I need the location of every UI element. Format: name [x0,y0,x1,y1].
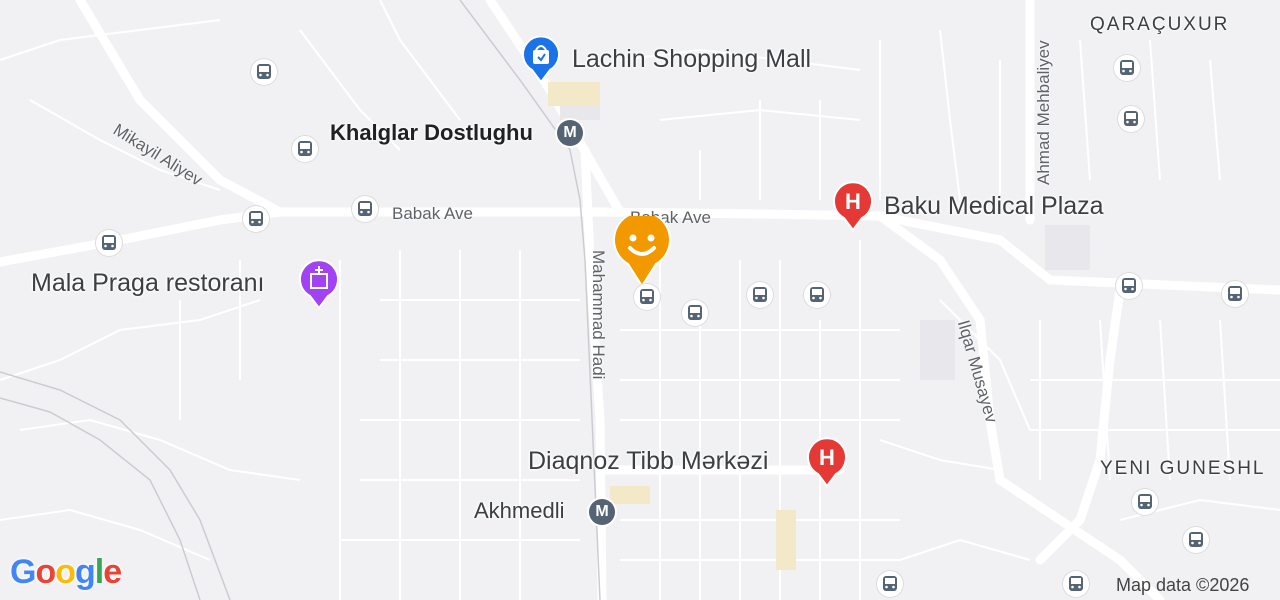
poi-baku-medical-plaza[interactable]: H [832,180,874,237]
poi-label-mala-praga[interactable]: Mala Praga restoranı [31,269,264,298]
bus-stop-icon[interactable] [1222,281,1248,307]
bus-stop-icon[interactable] [251,59,277,85]
bus-stop-icon[interactable] [1116,273,1142,299]
poi-label-lachin[interactable]: Lachin Shopping Mall [572,45,811,74]
bus-stop-icon[interactable] [1132,489,1158,515]
google-logo: Google [10,553,122,591]
poi-label-baku-medical-plaza[interactable]: Baku Medical Plaza [884,192,1104,221]
street-label-mahammad-hadi-text: Mahammad Hadi [589,250,608,380]
metro-label-akhmedli[interactable]: Akhmedli [474,498,564,524]
bus-stop-icon[interactable] [877,571,903,597]
svg-text:H: H [819,445,835,470]
poi-diaqnoz-tibb-merkezi[interactable]: H [806,436,848,493]
bus-stop-icon[interactable] [804,282,830,308]
bus-stop-icon[interactable] [1118,106,1144,132]
map-attribution[interactable]: Map data ©2026 [1116,575,1249,596]
user-location-marker[interactable] [612,210,672,293]
bus-stop-icon[interactable] [292,136,318,162]
metro-icon[interactable]: M [589,499,615,525]
hospital-icon: H [807,437,847,488]
street-label-ahmad-mehbaliyev: Ahmad Mehbaliyev [1034,40,1053,185]
shopping-bag-icon [522,35,560,84]
bus-stop-icon[interactable] [682,300,708,326]
metro-icon[interactable]: M [557,120,583,146]
poi-lachin-shopping-mall[interactable] [520,35,562,89]
bus-stop-icon[interactable] [747,282,773,308]
landmark-icon [299,259,339,310]
metro-label-khalglar-dostlughu[interactable]: Khalglar Dostlughu [330,120,533,146]
street-label-mahammad-hadi: Mahammad Hadi [568,250,608,420]
hospital-icon: H [833,181,873,232]
map-view[interactable]: QARAÇUXUR YENI GUNESHL Babak Ave Babak A… [0,0,1280,600]
bus-stop-icon[interactable] [352,196,378,222]
svg-text:H: H [845,189,861,214]
bus-stop-icon[interactable] [1183,527,1209,553]
district-label-qaracuxur: QARAÇUXUR [1090,14,1230,35]
bus-stop-icon[interactable] [1114,55,1140,81]
bus-stop-icon[interactable] [96,230,122,256]
bus-stop-icon[interactable] [634,284,660,310]
bus-stop-icon[interactable] [1063,571,1089,597]
poi-label-diaqnoz[interactable]: Diaqnoz Tibb Mərkəzi [528,447,768,476]
poi-mala-praga[interactable] [298,258,340,315]
district-label-yeni-guneshli: YENI GUNESHL [1100,458,1266,479]
smiley-pin-icon [613,210,671,288]
street-label-babak-ave: Babak Ave [392,204,473,223]
bus-stop-icon[interactable] [243,206,269,232]
